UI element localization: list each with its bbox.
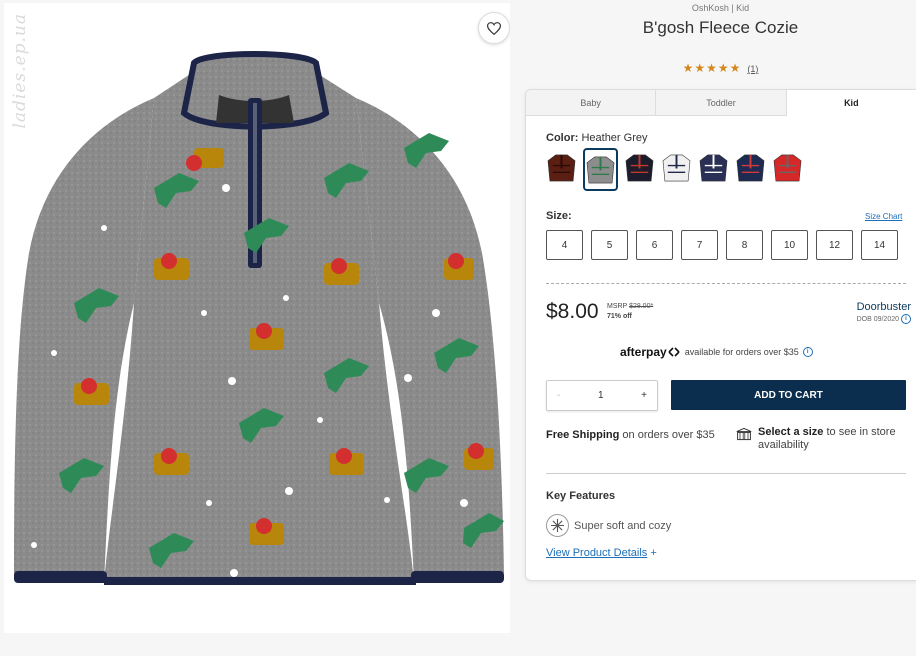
rating[interactable]: ★★★★★ (1) [525,61,916,75]
color-swatch-black-stripe[interactable] [624,152,655,183]
size-chart-link[interactable]: Size Chart [865,212,902,221]
product-image [14,51,504,585]
plus-icon: + [650,547,657,559]
jacket-icon [662,154,691,182]
feature-item: Super soft and cozy [546,514,671,537]
divider [546,283,906,284]
shipping-rest: on orders over $35 [622,429,715,441]
product-title: B'gosh Fleece Cozie [642,18,799,37]
store-availability[interactable]: Select a size to see in store availabili… [736,426,911,452]
discount-text: 71% off [607,313,632,320]
size-option[interactable]: 7 [681,230,718,260]
color-label-row: Color: Heather Grey [546,132,647,144]
store-text: Select a size to see in store availabili… [758,426,911,452]
jacket-icon [625,154,654,182]
quantity-input[interactable]: 1 [588,390,614,401]
store-bold: Select a size [757,426,824,438]
watermark: ladies.ep.ua [10,13,30,129]
color-swatch-brown-plaid[interactable] [546,152,577,183]
divider [546,473,906,474]
info-icon[interactable]: i [901,314,911,324]
doorbuster-note-text: DOB 09/2020 [856,315,899,323]
tab-baby[interactable]: Baby [526,90,657,116]
color-swatch-navy-plaid[interactable] [698,152,729,183]
wishlist-button[interactable] [478,12,510,44]
jacket-icon [699,154,728,182]
size-option[interactable]: 5 [591,230,628,260]
star-rating-icon: ★★★★★ [682,61,742,75]
brand-line: OshKosh | Kid [691,3,750,13]
quantity-increase-button[interactable]: + [631,390,657,401]
afterpay-logo: afterpay [620,345,681,359]
quantity-decrease-button[interactable]: - [547,390,570,401]
shipping-info: Free Shipping on orders over $35 [546,429,715,441]
feature-text: Super soft and cozy [574,519,672,532]
size-label: Size: [546,210,572,222]
color-swatch-heather-grey[interactable] [583,148,618,191]
view-product-details-link[interactable]: View Product Details + [546,547,657,559]
size-options: 4 5 6 7 8 10 12 14 [546,230,898,260]
msrp-value: $28.00* [629,303,654,310]
view-product-details-text: View Product Details [546,547,648,559]
quantity-stepper: - 1 + [546,380,658,411]
size-option[interactable]: 12 [816,230,853,260]
afterpay-info-icon[interactable]: i [802,347,813,357]
color-swatch-navy-fairisle[interactable] [735,152,766,183]
afterpay-row: afterpay available for orders over $35 i [620,345,813,359]
color-swatch-white-navy[interactable] [661,152,692,183]
color-swatch-red-grey[interactable] [772,152,803,183]
heart-icon [487,21,501,35]
afterpay-arrows-icon [668,347,680,357]
msrp-label: MSRP [607,303,628,310]
key-features-title: Key Features [546,490,616,502]
afterpay-text: available for orders over $35 [684,347,799,357]
size-option[interactable]: 8 [726,230,763,260]
color-label: Color: [546,132,579,144]
tab-toddler[interactable]: Toddler [656,90,787,116]
product-image-panel: ladies.ep.ua [4,3,510,633]
sale-price: $8.00 [546,300,599,323]
snowflake-icon [546,514,569,537]
shipping-bold: Free Shipping [546,429,620,441]
afterpay-logo-text: afterpay [620,345,667,359]
store-icon [736,427,752,441]
size-option[interactable]: 6 [636,230,673,260]
color-swatches [546,148,803,191]
jacket-icon [547,154,576,182]
age-tabs: Baby Toddler Kid [526,90,916,116]
jacket-icon [773,154,802,182]
color-selected-value: Heather Grey [581,132,648,144]
doorbuster-label: Doorbuster [856,301,911,313]
size-option[interactable]: 10 [771,230,808,260]
doorbuster-note: DOB 09/2020 i [857,314,911,324]
msrp-block: MSRP $28.00* 71% off [607,302,653,322]
jacket-icon [736,154,765,182]
jacket-icon [586,156,615,184]
purchase-card: Baby Toddler Kid Color: Heather Grey Siz… [525,89,916,581]
add-to-cart-button[interactable]: ADD TO CART [671,380,906,410]
size-option[interactable]: 14 [861,230,898,260]
size-option[interactable]: 4 [546,230,583,260]
review-count-link[interactable]: (1) [747,64,758,74]
tab-kid[interactable]: Kid [786,90,916,116]
